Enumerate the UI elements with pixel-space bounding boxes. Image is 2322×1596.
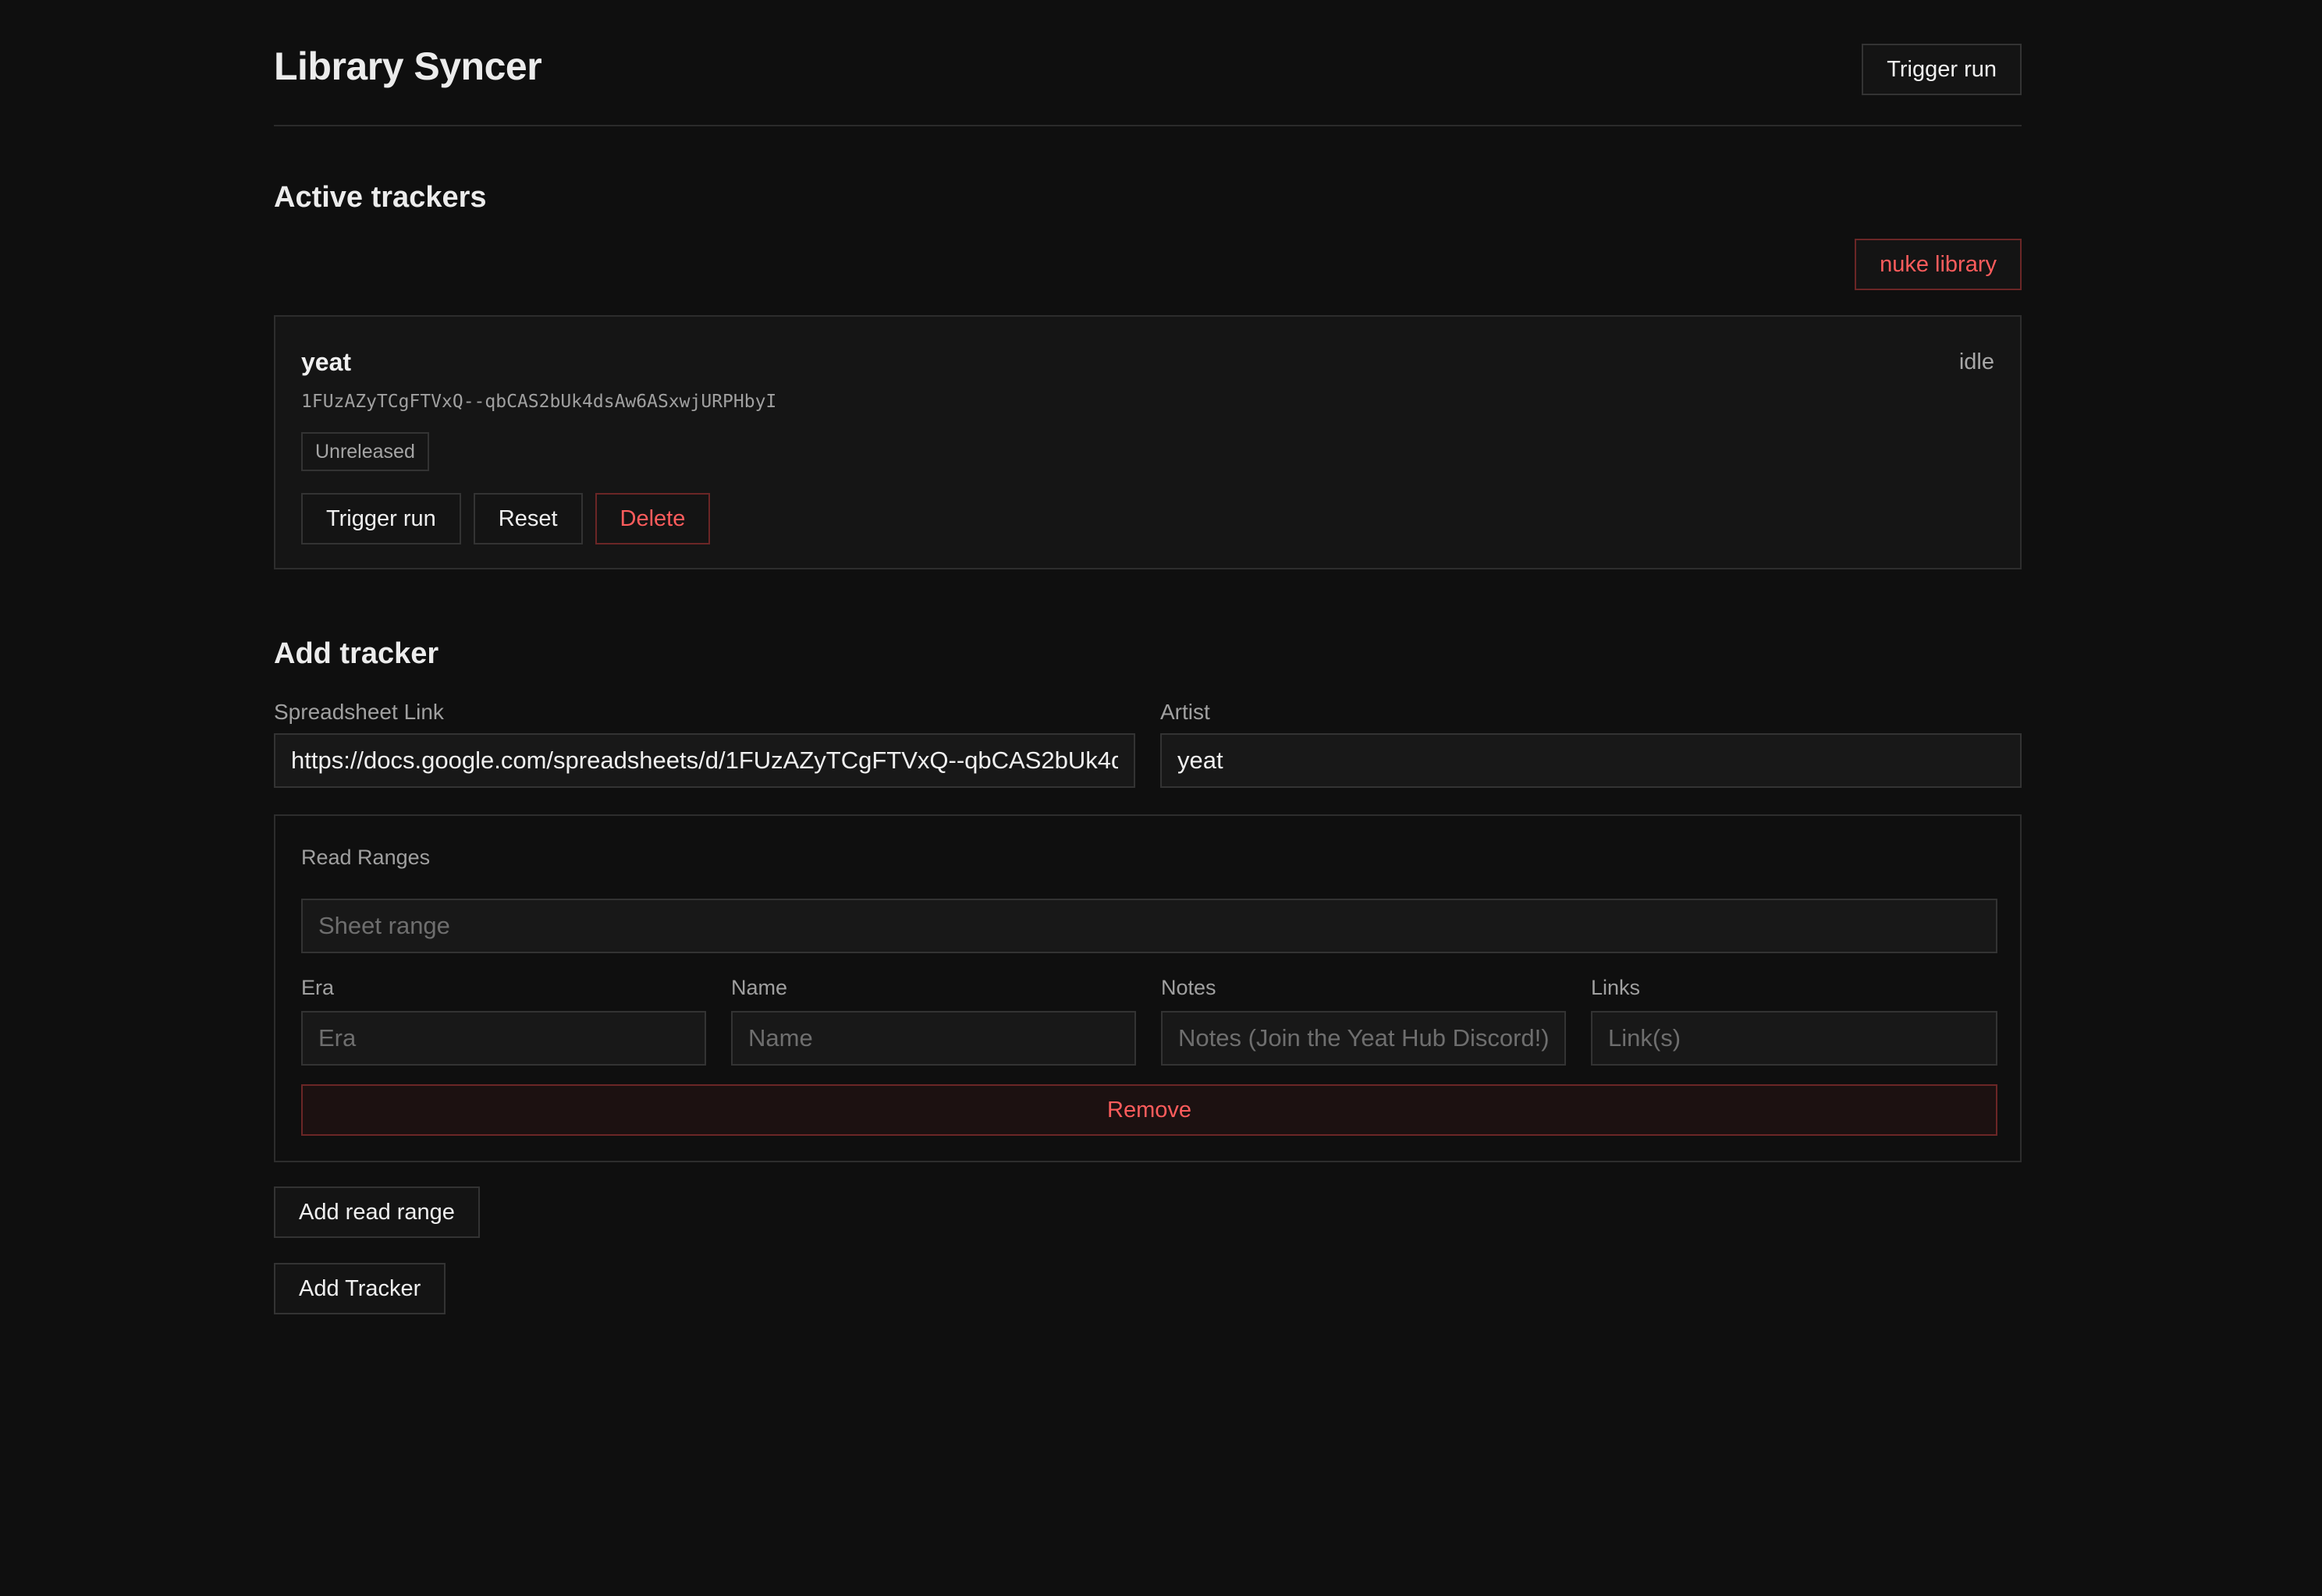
notes-input[interactable]	[1161, 1011, 1566, 1066]
tracker-trigger-run-button[interactable]: Trigger run	[301, 493, 461, 544]
tracker-name: yeat	[301, 348, 352, 376]
add-read-range-button[interactable]: Add read range	[274, 1186, 480, 1238]
era-input[interactable]	[301, 1011, 706, 1066]
name-label: Name	[731, 976, 788, 999]
spreadsheet-link-label: Spreadsheet Link	[274, 700, 444, 724]
read-ranges-label: Read Ranges	[301, 846, 431, 869]
links-input[interactable]	[1591, 1011, 1997, 1066]
artist-label: Artist	[1160, 700, 1210, 724]
active-trackers-heading: Active trackers	[274, 181, 487, 214]
page-title: Library Syncer	[274, 44, 542, 88]
trigger-run-all-button[interactable]: Trigger run	[1862, 44, 2022, 95]
header: Library Syncer Trigger run	[274, 0, 2022, 126]
tracker-delete-button[interactable]: Delete	[595, 493, 711, 544]
name-input[interactable]	[731, 1011, 1136, 1066]
tracker-card: yeat idle 1FUzAZyTCgFTVxQ--qbCAS2bUk4dsA…	[274, 315, 2022, 569]
links-label: Links	[1591, 976, 1641, 999]
era-label: Era	[301, 976, 335, 999]
tracker-status: idle	[1958, 349, 1994, 374]
tracker-tag: Unreleased	[301, 432, 429, 471]
tracker-sheet-id: 1FUzAZyTCgFTVxQ--qbCAS2bUk4dsAw6ASxwjURP…	[301, 392, 777, 412]
nuke-library-button[interactable]: nuke library	[1855, 239, 2022, 290]
add-tracker-heading: Add tracker	[274, 637, 439, 670]
add-tracker-button[interactable]: Add Tracker	[274, 1263, 446, 1314]
sheet-range-input[interactable]	[301, 899, 1997, 953]
read-ranges-panel: Read Ranges Era Name Notes Links Remove	[274, 814, 2022, 1162]
notes-label: Notes	[1161, 976, 1216, 999]
tracker-reset-button[interactable]: Reset	[473, 493, 583, 544]
artist-input[interactable]	[1160, 733, 2022, 788]
page: Library Syncer Trigger run Active tracke…	[274, 0, 2022, 1314]
spreadsheet-link-input[interactable]	[274, 733, 1135, 788]
remove-range-button[interactable]: Remove	[301, 1084, 1997, 1136]
tracker-actions: Trigger run Reset Delete	[301, 493, 711, 544]
